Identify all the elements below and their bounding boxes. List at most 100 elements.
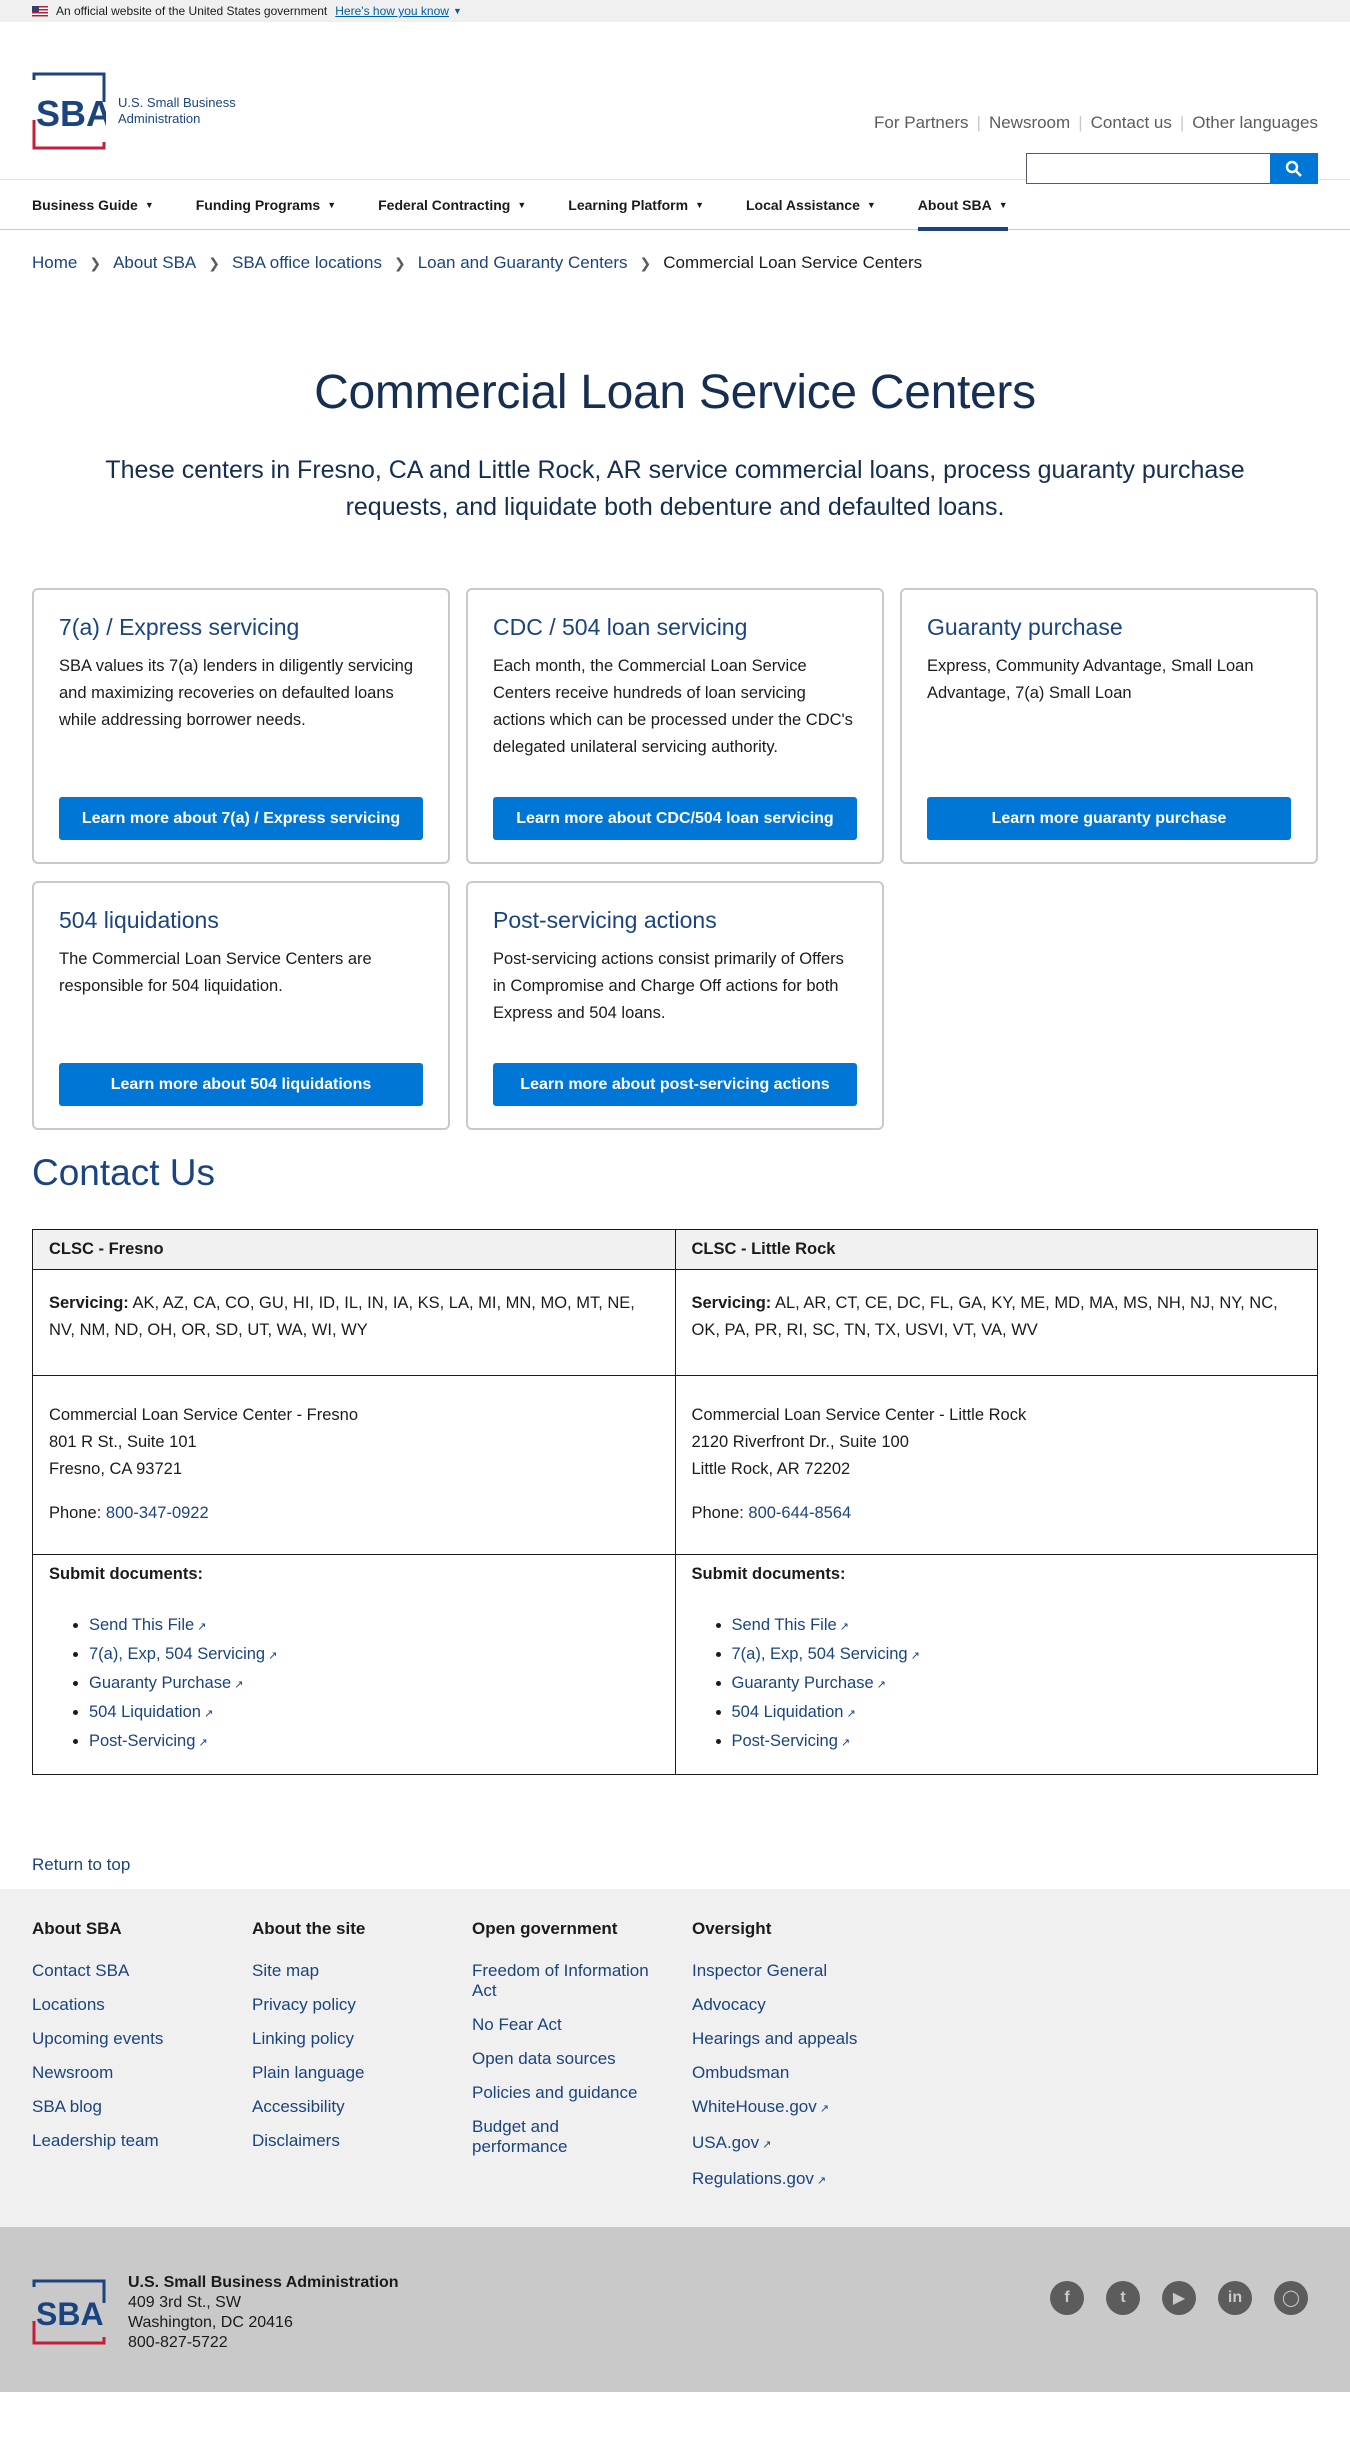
search-button[interactable] xyxy=(1270,153,1318,184)
link-post-servicing[interactable]: Post-Servicing xyxy=(732,1732,838,1750)
link-guaranty-purchase[interactable]: Guaranty Purchase xyxy=(89,1674,231,1692)
footer-link[interactable]: Regulations.gov ↗ xyxy=(692,2169,912,2191)
footer-link[interactable]: Hearings and appeals xyxy=(692,2029,912,2049)
table-row-address: Commercial Loan Service Center - Fresno … xyxy=(32,1375,1318,1555)
heres-how-you-know-link[interactable]: Here's how you know xyxy=(335,4,449,18)
list-item: 504 Liquidation↗ xyxy=(732,1699,1302,1728)
footer-link[interactable]: Freedom of Information Act xyxy=(472,1961,662,2001)
address-line: Fresno, CA 93721 xyxy=(49,1460,182,1478)
phone-link[interactable]: 800-347-0922 xyxy=(106,1504,209,1522)
footer-heading: About SBA xyxy=(32,1919,122,1938)
column-header: CLSC - Little Rock xyxy=(674,1229,1318,1270)
footer-link[interactable]: Inspector General xyxy=(692,1961,912,1981)
utility-link-contact-us[interactable]: Contact us xyxy=(1091,113,1172,133)
instagram-icon[interactable]: ◯ xyxy=(1274,2281,1308,2315)
footer-link[interactable]: Contact SBA xyxy=(32,1961,252,1981)
card-button-7a-express[interactable]: Learn more about 7(a) / Express servicin… xyxy=(59,797,423,840)
phone-link[interactable]: 800-644-8564 xyxy=(748,1504,851,1522)
footer-link[interactable]: Locations xyxy=(32,1995,252,2015)
footer-link[interactable]: Linking policy xyxy=(252,2029,472,2049)
utility-link-for-partners[interactable]: For Partners xyxy=(874,113,968,133)
breadcrumb-office-locations[interactable]: SBA office locations xyxy=(232,253,382,273)
card-button-504-liquidations[interactable]: Learn more about 504 liquidations xyxy=(59,1063,423,1106)
chevron-down-icon[interactable]: ▼ xyxy=(453,6,462,16)
chevron-right-icon: ❯ xyxy=(89,254,102,271)
servicing-states: AK, AZ, CA, CO, GU, HI, ID, IL, IN, IA, … xyxy=(49,1294,635,1339)
footer-link[interactable]: Advocacy xyxy=(692,1995,912,2015)
footer-link[interactable]: Leadership team xyxy=(32,2131,252,2151)
footer-link[interactable]: Budget and performance xyxy=(472,2117,592,2157)
footer-link[interactable]: SBA blog xyxy=(32,2097,252,2117)
twitter-icon[interactable]: t xyxy=(1106,2281,1140,2315)
footer-link[interactable]: USA.gov ↗ xyxy=(692,2133,912,2155)
linkedin-icon[interactable]: in xyxy=(1218,2281,1252,2315)
footer-link[interactable]: Newsroom xyxy=(32,2063,252,2083)
footer-bottom: SBA U.S. Small Business Administration 4… xyxy=(0,2227,1350,2392)
footer-link[interactable]: Accessibility xyxy=(252,2097,472,2117)
breadcrumb-loan-guaranty-centers[interactable]: Loan and Guaranty Centers xyxy=(418,253,628,273)
phone-line: Phone: 800-644-8564 xyxy=(692,1500,1302,1527)
sba-logo-icon[interactable]: SBA xyxy=(32,2279,106,2345)
nav-federal-contracting[interactable]: Federal Contracting ▼ xyxy=(378,180,526,230)
footer-link[interactable]: WhiteHouse.gov ↗ xyxy=(692,2097,912,2119)
divider: | xyxy=(976,113,981,132)
footer-link[interactable]: Disclaimers xyxy=(252,2131,472,2151)
logo-line-1: U.S. Small Business xyxy=(118,95,236,110)
link-504-liquidation[interactable]: 504 Liquidation xyxy=(732,1703,844,1721)
facebook-icon[interactable]: f xyxy=(1050,2281,1084,2315)
table-header-row: CLSC - Fresno CLSC - Little Rock xyxy=(32,1229,1318,1270)
external-link-icon: ↗ xyxy=(876,1679,886,1691)
card-button-post-servicing[interactable]: Learn more about post-servicing actions xyxy=(493,1063,857,1106)
address-line: Commercial Loan Service Center - Fresno xyxy=(49,1406,359,1424)
us-flag-icon xyxy=(32,5,48,17)
nav-funding-programs[interactable]: Funding Programs ▼ xyxy=(196,180,336,230)
return-to-top-link[interactable]: Return to top xyxy=(32,1855,130,1874)
link-504-liquidation[interactable]: 504 Liquidation xyxy=(89,1703,201,1721)
nav-local-assistance[interactable]: Local Assistance ▼ xyxy=(746,180,876,230)
servicing-cell: Servicing: AK, AZ, CA, CO, GU, HI, ID, I… xyxy=(32,1269,676,1376)
nav-business-guide[interactable]: Business Guide ▼ xyxy=(32,180,154,230)
link-guaranty-purchase[interactable]: Guaranty Purchase xyxy=(732,1674,874,1692)
link-post-servicing[interactable]: Post-Servicing xyxy=(89,1732,195,1750)
footer-link[interactable]: Site map xyxy=(252,1961,472,1981)
page-intro: These centers in Fresno, CA and Little R… xyxy=(105,456,1245,521)
link-send-this-file[interactable]: Send This File xyxy=(732,1616,837,1634)
address-cell: Commercial Loan Service Center - Fresno … xyxy=(32,1375,676,1555)
youtube-icon[interactable]: ▶ xyxy=(1162,2281,1196,2315)
card-button-guaranty-purchase[interactable]: Learn more guaranty purchase xyxy=(927,797,1291,840)
footer-link[interactable]: No Fear Act xyxy=(472,2015,692,2035)
sba-logo[interactable]: SBA U.S. Small Business Administration xyxy=(32,72,236,150)
search-input[interactable] xyxy=(1026,153,1270,184)
footer-link[interactable]: Privacy policy xyxy=(252,1995,472,2015)
breadcrumb-home[interactable]: Home xyxy=(32,253,77,273)
nav-label: Business Guide xyxy=(32,197,138,213)
utility-link-other-languages[interactable]: Other languages xyxy=(1192,113,1318,133)
breadcrumb-about-sba[interactable]: About SBA xyxy=(113,253,196,273)
contact-table: CLSC - Fresno CLSC - Little Rock Servici… xyxy=(32,1229,1318,1775)
card-title: CDC / 504 loan servicing xyxy=(493,614,748,640)
footer-link[interactable]: Policies and guidance xyxy=(472,2083,692,2103)
contact-title: Contact Us xyxy=(32,1152,216,1193)
nav-about-sba[interactable]: About SBA ▼ xyxy=(917,180,1008,231)
link-7a-exp-504-servicing[interactable]: 7(a), Exp, 504 Servicing xyxy=(732,1645,908,1663)
footer-link[interactable]: Ombudsman xyxy=(692,2063,912,2083)
footer-column-about-sba: About SBA Contact SBA Locations Upcoming… xyxy=(32,1919,252,2227)
footer-link[interactable]: Open data sources xyxy=(472,2049,692,2069)
card-button-cdc-504[interactable]: Learn more about CDC/504 loan servicing xyxy=(493,797,857,840)
card-body: Express, Community Advantage, Small Loan… xyxy=(927,657,1254,702)
chevron-down-icon: ▼ xyxy=(998,200,1008,210)
footer-link[interactable]: Plain language xyxy=(252,2063,472,2083)
footer-column-oversight: Oversight Inspector General Advocacy Hea… xyxy=(692,1919,912,2227)
submit-label: Submit documents: xyxy=(49,1565,204,1583)
utility-link-newsroom[interactable]: Newsroom xyxy=(989,113,1070,133)
link-7a-exp-504-servicing[interactable]: 7(a), Exp, 504 Servicing xyxy=(89,1645,265,1663)
footer-link[interactable]: Upcoming events xyxy=(32,2029,252,2049)
divider: | xyxy=(1179,113,1185,132)
link-send-this-file[interactable]: Send This File xyxy=(89,1616,194,1634)
servicing-label: Servicing: xyxy=(49,1294,129,1312)
nav-label: Funding Programs xyxy=(195,197,321,213)
nav-learning-platform[interactable]: Learning Platform ▼ xyxy=(568,180,704,230)
gov-banner: An official website of the United States… xyxy=(0,0,1350,22)
logo-text: U.S. Small Business Administration xyxy=(118,95,236,127)
social-links: f t ▶ in ◯ xyxy=(1050,2281,1308,2315)
